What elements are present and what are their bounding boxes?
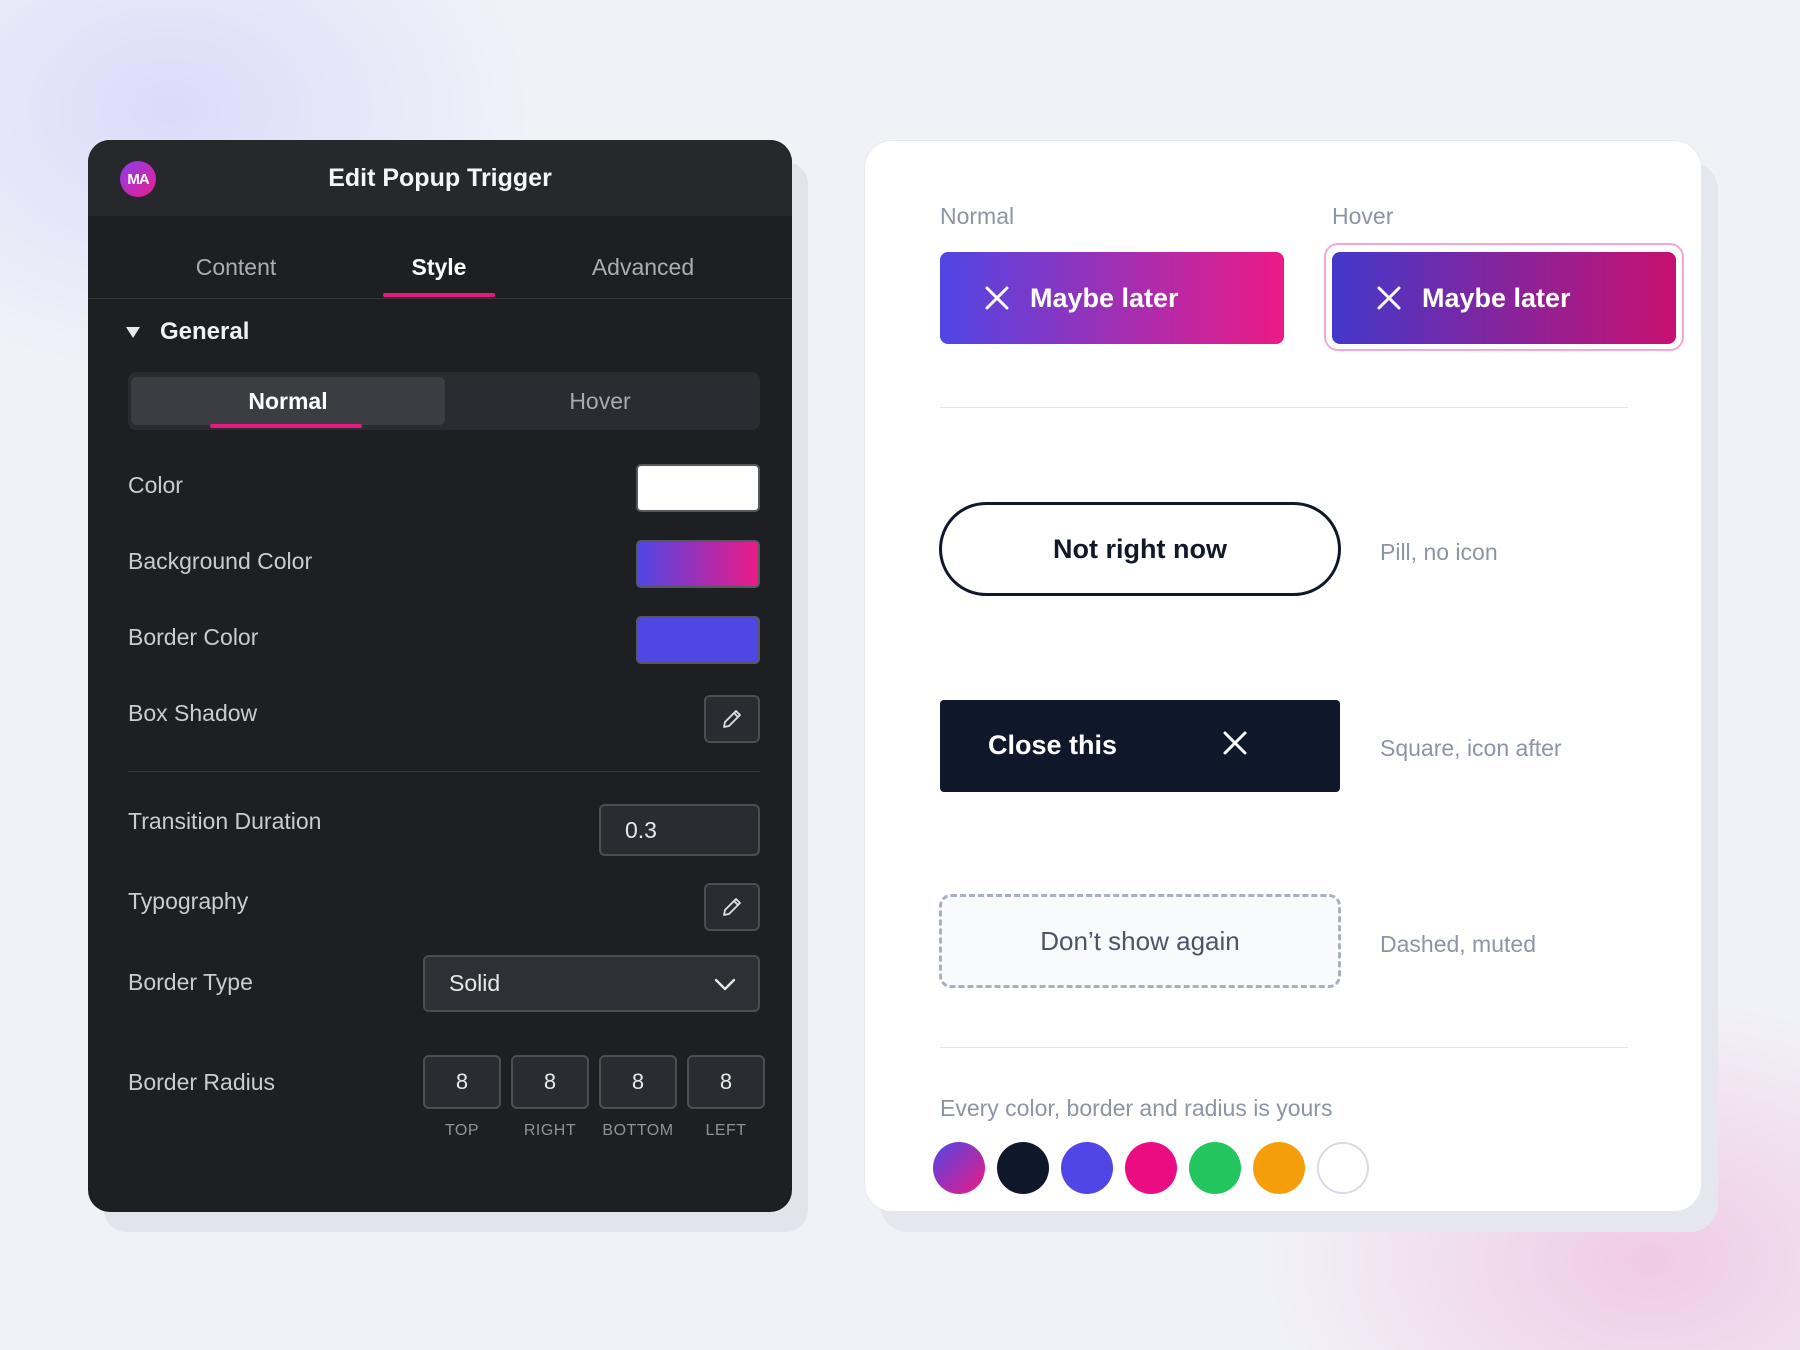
- border-radius-label: Border Radius: [128, 1069, 276, 1095]
- swatch-pink[interactable]: [1125, 1142, 1177, 1194]
- close-icon: [984, 285, 1010, 311]
- border-radius-top-input[interactable]: 8: [423, 1055, 501, 1109]
- background-color-swatch[interactable]: [636, 540, 760, 588]
- panel-header: MA Edit Popup Trigger: [88, 140, 792, 216]
- square-description: Square, icon after: [1380, 735, 1562, 761]
- not-right-now-button[interactable]: Not right now: [939, 502, 1341, 596]
- radius-caption-top: TOP: [444, 1122, 480, 1139]
- transition-duration-label: Transition Duration: [128, 808, 322, 834]
- border-radius-left-input[interactable]: 8: [687, 1055, 765, 1109]
- divider: [940, 1047, 1628, 1048]
- background-color-label: Background Color: [128, 548, 313, 574]
- divider: [940, 407, 1628, 408]
- maybe-later-label: Maybe later: [1030, 282, 1179, 313]
- state-hover[interactable]: Hover: [443, 377, 757, 425]
- border-type-label: Border Type: [128, 969, 253, 995]
- typography-label: Typography: [128, 888, 249, 914]
- box-shadow-edit-button[interactable]: [704, 695, 760, 743]
- border-radius-bottom-input[interactable]: 8: [599, 1055, 677, 1109]
- radius-caption-right: RIGHT: [523, 1122, 577, 1139]
- state-toggle: Normal Hover: [128, 372, 760, 430]
- palette-caption: Every color, border and radius is yours: [940, 1095, 1333, 1121]
- swatch-gradient[interactable]: [933, 1142, 985, 1194]
- swatch-indigo[interactable]: [1061, 1142, 1113, 1194]
- tab-advanced[interactable]: Advanced: [543, 254, 743, 281]
- maybe-later-label: Maybe later: [1422, 282, 1571, 313]
- typography-edit-button[interactable]: [704, 883, 760, 931]
- editor-panel: MA Edit Popup Trigger Content Style Adva…: [88, 140, 792, 1212]
- divider: [128, 771, 760, 772]
- border-type-value: Solid: [449, 970, 501, 996]
- radius-caption-bottom: BOTTOM: [602, 1122, 674, 1139]
- swatch-green[interactable]: [1189, 1142, 1241, 1194]
- section-title: General: [160, 318, 250, 345]
- close-this-button[interactable]: Close this: [940, 700, 1340, 792]
- transition-duration-input[interactable]: 0.3: [599, 804, 760, 856]
- swatch-navy[interactable]: [997, 1142, 1049, 1194]
- caret-down-icon: [126, 326, 140, 338]
- color-swatch[interactable]: [636, 464, 760, 512]
- hover-caption: Hover: [1332, 203, 1394, 229]
- panel-title: Edit Popup Trigger: [328, 164, 552, 192]
- active-state-indicator: [210, 424, 362, 428]
- swatch-amber[interactable]: [1253, 1142, 1305, 1194]
- swatch-white[interactable]: [1317, 1142, 1369, 1194]
- maybe-later-button-normal[interactable]: Maybe later: [940, 252, 1284, 344]
- tab-style[interactable]: Style: [339, 254, 539, 281]
- close-this-label: Close this: [988, 730, 1118, 760]
- pencil-icon: [723, 898, 741, 916]
- active-tab-indicator: [383, 293, 495, 297]
- tab-content[interactable]: Content: [136, 254, 336, 281]
- border-radius-right-input[interactable]: 8: [511, 1055, 589, 1109]
- dont-show-again-button[interactable]: Don’t show again: [939, 894, 1341, 988]
- color-label: Color: [128, 472, 183, 498]
- pill-description: Pill, no icon: [1380, 539, 1498, 565]
- box-shadow-label: Box Shadow: [128, 700, 258, 726]
- border-color-label: Border Color: [128, 624, 259, 650]
- normal-caption: Normal: [940, 203, 1015, 229]
- border-color-swatch[interactable]: [636, 616, 760, 664]
- section-general-toggle[interactable]: General: [126, 318, 249, 346]
- pencil-icon: [723, 710, 741, 728]
- maybe-later-button-hover[interactable]: Maybe later: [1332, 252, 1676, 344]
- dashed-description: Dashed, muted: [1380, 931, 1536, 957]
- border-type-select[interactable]: Solid: [423, 955, 760, 1012]
- close-icon: [1222, 730, 1248, 763]
- chevron-down-icon: [714, 978, 736, 991]
- state-normal[interactable]: Normal: [131, 377, 445, 425]
- radius-caption-left: LEFT: [705, 1122, 747, 1139]
- close-icon: [1376, 285, 1402, 311]
